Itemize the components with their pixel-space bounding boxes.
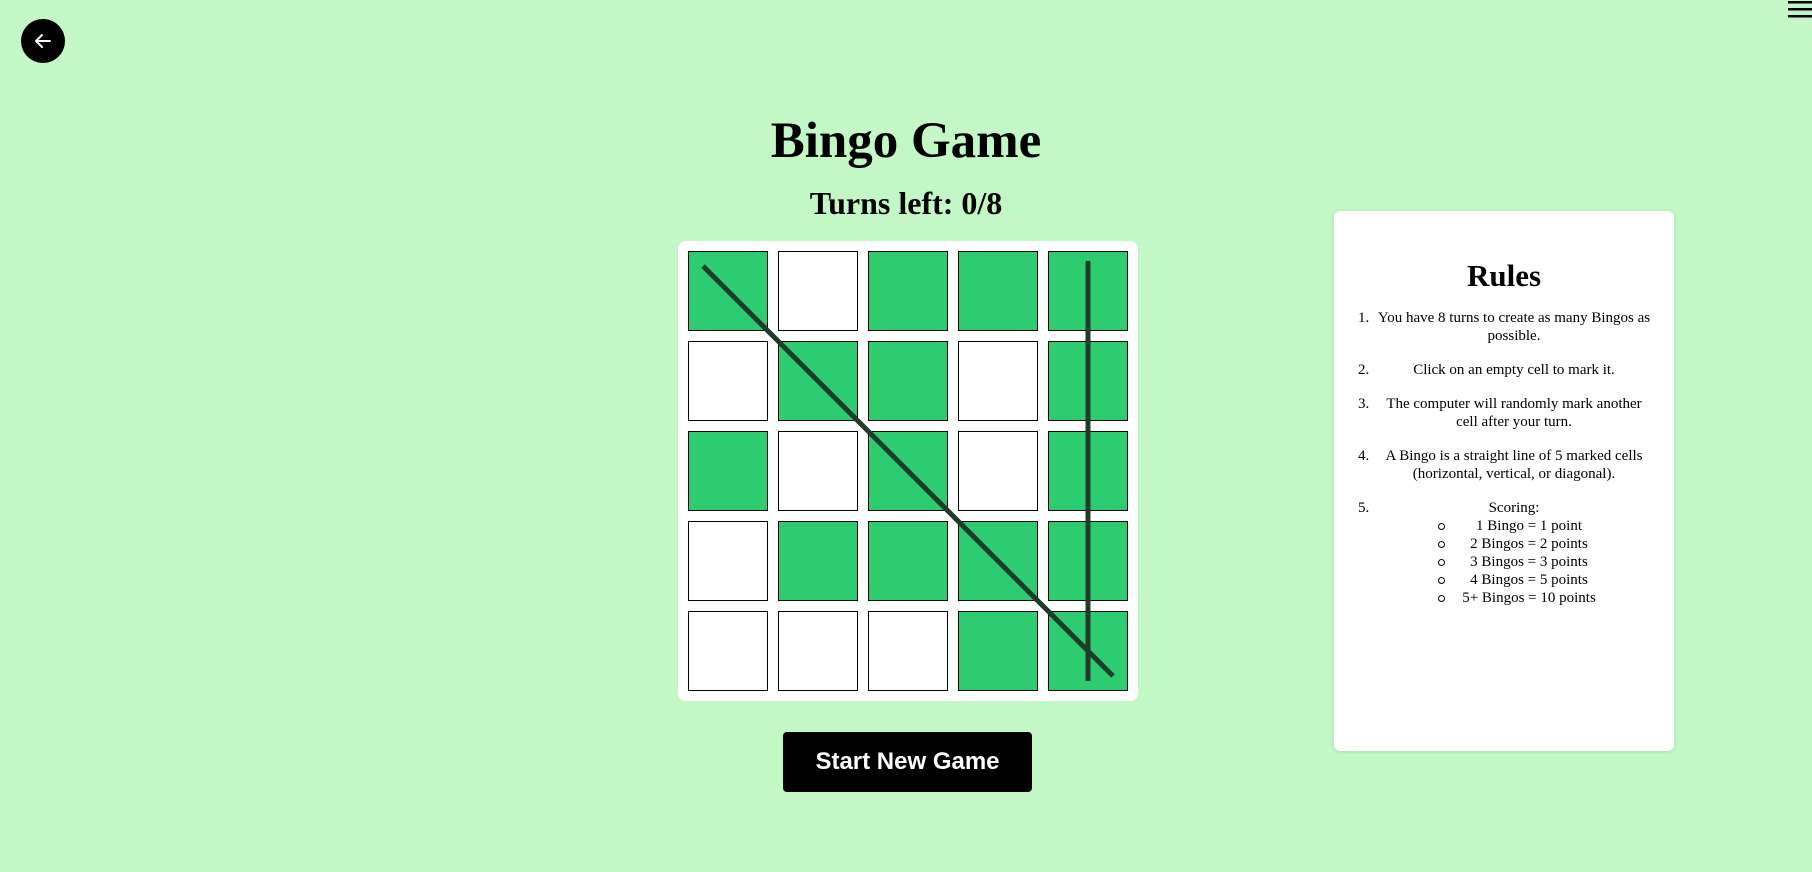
bullet-icon: [1438, 523, 1445, 530]
bingo-cell-r2-c4[interactable]: [958, 341, 1038, 421]
scoring-item: 1 Bingo = 1 point: [1374, 517, 1654, 535]
scoring-text: 5+ Bingos = 10 points: [1462, 590, 1596, 606]
bingo-cell-r5-c4[interactable]: [958, 611, 1038, 691]
bingo-cell-r2-c5[interactable]: [1048, 341, 1128, 421]
game-page: Bingo Game Turns left: 0/8 Start New Gam…: [0, 0, 1812, 872]
rule-number: 5.: [1358, 500, 1370, 516]
back-button[interactable]: [21, 19, 65, 63]
bingo-cell-r5-c1[interactable]: [688, 611, 768, 691]
bingo-cell-r3-c3[interactable]: [868, 431, 948, 511]
bingo-cell-r5-c3[interactable]: [868, 611, 948, 691]
start-new-game-button[interactable]: Start New Game: [783, 732, 1032, 792]
bingo-cell-r5-c5[interactable]: [1048, 611, 1128, 691]
scoring-item: 5+ Bingos = 10 points: [1374, 589, 1654, 607]
bingo-board: [678, 241, 1138, 701]
scoring-item: 2 Bingos = 2 points: [1374, 535, 1654, 553]
bingo-cell-r2-c1[interactable]: [688, 341, 768, 421]
bingo-cell-r2-c2[interactable]: [778, 341, 858, 421]
bingo-cell-r5-c2[interactable]: [778, 611, 858, 691]
bingo-cell-r4-c4[interactable]: [958, 521, 1038, 601]
rule-item: 3. The computer will randomly mark anoth…: [1334, 395, 1674, 431]
bingo-cell-r1-c4[interactable]: [958, 251, 1038, 331]
bingo-cell-r1-c5[interactable]: [1048, 251, 1128, 331]
scoring-text: 2 Bingos = 2 points: [1470, 536, 1588, 552]
rule-item: 2. Click on an empty cell to mark it.: [1334, 361, 1674, 379]
bingo-cell-r1-c3[interactable]: [868, 251, 948, 331]
bullet-icon: [1438, 541, 1445, 548]
bullet-icon: [1438, 577, 1445, 584]
rule-item: 4. A Bingo is a straight line of 5 marke…: [1334, 447, 1674, 483]
scoring-item: 3 Bingos = 3 points: [1374, 553, 1654, 571]
bullet-icon: [1438, 595, 1445, 602]
rule-number: 4.: [1358, 448, 1370, 464]
bingo-cell-r1-c1[interactable]: [688, 251, 768, 331]
bingo-cell-r4-c2[interactable]: [778, 521, 858, 601]
bingo-cell-r1-c2[interactable]: [778, 251, 858, 331]
bingo-cell-r3-c1[interactable]: [688, 431, 768, 511]
rule-number: 1.: [1358, 310, 1370, 326]
bullet-icon: [1438, 559, 1445, 566]
bingo-cell-r3-c2[interactable]: [778, 431, 858, 511]
bingo-cell-r2-c3[interactable]: [868, 341, 948, 421]
rule-text: Click on an empty cell to mark it.: [1413, 362, 1615, 378]
rule-number: 2.: [1358, 362, 1370, 378]
scoring-text: 3 Bingos = 3 points: [1470, 554, 1588, 570]
scoring-text: 4 Bingos = 5 points: [1470, 572, 1588, 588]
scoring-text: 1 Bingo = 1 point: [1476, 518, 1582, 534]
rules-title: Rules: [1466, 258, 1542, 293]
page-title: Bingo Game: [770, 113, 1042, 169]
rule-text: Scoring:: [1488, 500, 1540, 516]
bingo-cell-r4-c5[interactable]: [1048, 521, 1128, 601]
hamburger-menu-icon: [1788, 1, 1812, 18]
scoring-item: 4 Bingos = 5 points: [1374, 571, 1654, 589]
menu-button[interactable]: [1786, 0, 1812, 20]
rule-text: You have 8 turns to create as many Bingo…: [1377, 310, 1651, 344]
rule-item: 5. Scoring: 1 Bingo = 1 point 2 Bingos =…: [1334, 499, 1674, 607]
bingo-cell-r3-c5[interactable]: [1048, 431, 1128, 511]
bingo-cell-r3-c4[interactable]: [958, 431, 1038, 511]
bingo-cell-r4-c3[interactable]: [868, 521, 948, 601]
arrow-left-icon: [35, 34, 51, 48]
rule-text: A Bingo is a straight line of 5 marked c…: [1385, 448, 1643, 482]
bingo-cell-r4-c1[interactable]: [688, 521, 768, 601]
rules-panel: Rules 1. You have 8 turns to create as m…: [1334, 211, 1674, 751]
rule-number: 3.: [1358, 396, 1370, 412]
rule-item: 1. You have 8 turns to create as many Bi…: [1334, 309, 1674, 345]
rule-text: The computer will randomly mark another …: [1386, 396, 1642, 430]
scoring-list: 1 Bingo = 1 point 2 Bingos = 2 points 3 …: [1374, 517, 1654, 607]
rules-list: 1. You have 8 turns to create as many Bi…: [1334, 309, 1674, 623]
